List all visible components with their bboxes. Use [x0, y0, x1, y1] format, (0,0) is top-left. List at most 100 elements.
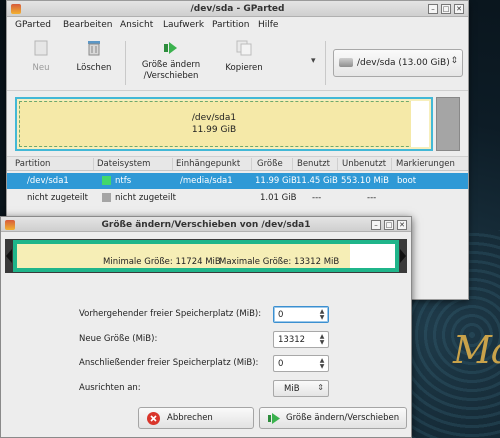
menu-laufwerk[interactable]: Laufwerk: [163, 20, 204, 30]
copy-button[interactable]: Kopieren: [219, 39, 269, 74]
cell-partition: nicht zugeteilt: [27, 193, 88, 203]
header-used[interactable]: Benutzt: [297, 159, 330, 169]
header-separator: [292, 158, 293, 170]
cell-mountpoint: /media/sda1: [180, 176, 233, 186]
free-before-spinbutton[interactable]: 0 ▲ ▼: [273, 306, 329, 323]
cell-size: 1.01 GiB: [260, 193, 297, 203]
min-size-label: Minimale Größe: 11724 MiB: [103, 257, 221, 267]
close-icon[interactable]: ✕: [397, 220, 407, 230]
new-button[interactable]: Neu: [21, 39, 61, 74]
partition-block-label: /dev/sda1 11.99 GiB: [17, 112, 411, 136]
new-size-spinbutton[interactable]: 13312 ▲ ▼: [273, 331, 329, 348]
table-row[interactable]: /dev/sda1 ntfs /media/sda1 11.99 GiB 11.…: [7, 173, 468, 189]
main-titlebar[interactable]: /dev/sda - GParted – □ ✕: [7, 1, 468, 17]
left-resize-handle-icon[interactable]: [6, 249, 12, 263]
ntfs-color-swatch: [102, 176, 111, 185]
maximize-icon[interactable]: □: [384, 220, 394, 230]
max-size-label: Maximale Größe: 13312 MiB: [219, 257, 340, 267]
toolbar-overflow-chevron-icon[interactable]: ▾: [311, 56, 316, 66]
minimize-icon[interactable]: –: [371, 220, 381, 230]
header-separator: [391, 158, 392, 170]
decrement-icon[interactable]: ▼: [317, 339, 327, 346]
align-label: Ausrichten an:: [79, 383, 141, 393]
menu-partition[interactable]: Partition: [212, 20, 250, 30]
decrement-icon[interactable]: ▼: [317, 363, 327, 370]
delete-button[interactable]: Löschen: [71, 39, 117, 74]
cell-size: 11.99 GiB: [255, 176, 297, 186]
resize-button-label-line2: /Verschieben: [143, 71, 199, 81]
copy-icon: [235, 39, 253, 57]
header-filesystem[interactable]: Dateisystem: [97, 159, 150, 169]
resize-button-label: Größe ändern /Verschieben: [131, 60, 211, 82]
updown-arrows-icon: ⇕: [317, 383, 324, 392]
decrement-icon[interactable]: ▼: [317, 314, 327, 321]
header-size[interactable]: Größe: [257, 159, 283, 169]
cancel-icon: [147, 412, 160, 425]
partition-free-space: [411, 101, 429, 147]
cell-filesystem: nicht zugeteilt: [115, 193, 176, 203]
align-combobox[interactable]: MiB ⇕: [273, 380, 329, 397]
menu-ansicht[interactable]: Ansicht: [120, 20, 153, 30]
close-icon[interactable]: ✕: [454, 4, 464, 14]
new-partition-icon: [32, 39, 50, 57]
unallocated-color-swatch: [102, 193, 111, 202]
resize-arrow-icon: [268, 412, 281, 425]
main-window-title: /dev/sda - GParted: [190, 4, 285, 14]
desktop-wallpaper-text: Magic: [453, 328, 500, 372]
free-before-label: Vorhergehender freier Speicherplatz (MiB…: [79, 309, 262, 319]
device-selector-value: /dev/sda (13.00 GiB): [357, 58, 450, 68]
trash-icon: [85, 39, 103, 57]
align-value: MiB: [284, 384, 300, 394]
header-separator: [172, 158, 173, 170]
resize-move-button[interactable]: Größe ändern /Verschieben: [131, 39, 211, 82]
header-unused[interactable]: Unbenutzt: [342, 159, 386, 169]
delete-button-label: Löschen: [76, 63, 112, 73]
menu-bearbeiten[interactable]: Bearbeiten: [63, 20, 112, 30]
resize-confirm-button-label: Größe ändern/Verschieben: [286, 413, 400, 423]
maximize-icon[interactable]: □: [441, 4, 451, 14]
header-separator: [93, 158, 94, 170]
menu-gparted[interactable]: GParted: [15, 20, 51, 30]
new-button-label: Neu: [32, 63, 50, 73]
menu-hilfe[interactable]: Hilfe: [258, 20, 278, 30]
dialog-title: Größe ändern/Verschieben von /dev/sda1: [101, 220, 311, 230]
updown-arrows-icon: ⇕: [450, 56, 458, 66]
header-flags[interactable]: Markierungen: [396, 159, 455, 169]
cell-partition: /dev/sda1: [27, 176, 69, 186]
cell-used: ---: [312, 193, 322, 203]
cell-filesystem: ntfs: [115, 176, 132, 186]
right-resize-handle-icon[interactable]: [400, 249, 406, 263]
resize-button-label-line1: Größe ändern: [141, 60, 201, 70]
toolbar-separator-2: [325, 41, 326, 85]
header-separator: [251, 158, 252, 170]
device-selector[interactable]: /dev/sda (13.00 GiB) ⇕: [333, 49, 463, 77]
free-before-value: 0: [278, 310, 284, 320]
unallocated-block[interactable]: [436, 97, 460, 151]
header-partition[interactable]: Partition: [15, 159, 50, 169]
hard-disk-icon: [339, 58, 353, 67]
minimize-icon[interactable]: –: [428, 4, 438, 14]
partition-block-sda1[interactable]: /dev/sda1 11.99 GiB: [15, 97, 433, 151]
cell-unused: ---: [367, 193, 377, 203]
resize-dialog: Größe ändern/Verschieben von /dev/sda1 –…: [0, 216, 412, 438]
free-after-spinbutton[interactable]: 0 ▲ ▼: [273, 355, 329, 372]
resize-graphic[interactable]: [5, 239, 407, 273]
toolbar-separator: [125, 41, 126, 85]
menu-bar: GParted Bearbeiten Ansicht Laufwerk Part…: [7, 18, 468, 34]
cell-unused: 553.10 MiB: [341, 176, 389, 186]
cell-used: 11.45 GiB: [296, 176, 338, 186]
cancel-button[interactable]: Abbrechen: [138, 407, 254, 429]
free-after-value: 0: [278, 359, 284, 369]
resize-free-space: [350, 244, 395, 268]
header-mountpoint[interactable]: Einhängepunkt: [176, 159, 240, 169]
resize-arrow-icon: [162, 39, 180, 57]
partition-graphic: /dev/sda1 11.99 GiB: [15, 97, 460, 151]
cancel-button-label: Abbrechen: [167, 413, 213, 423]
resize-confirm-button[interactable]: Größe ändern/Verschieben: [259, 407, 407, 429]
dialog-titlebar[interactable]: Größe ändern/Verschieben von /dev/sda1 –…: [1, 217, 411, 232]
partition-block-size: 11.99 GiB: [191, 125, 237, 135]
partition-block-name: /dev/sda1: [191, 113, 237, 123]
new-size-value: 13312: [278, 335, 306, 345]
header-separator: [337, 158, 338, 170]
table-row[interactable]: nicht zugeteilt nicht zugeteilt 1.01 GiB…: [7, 190, 468, 206]
